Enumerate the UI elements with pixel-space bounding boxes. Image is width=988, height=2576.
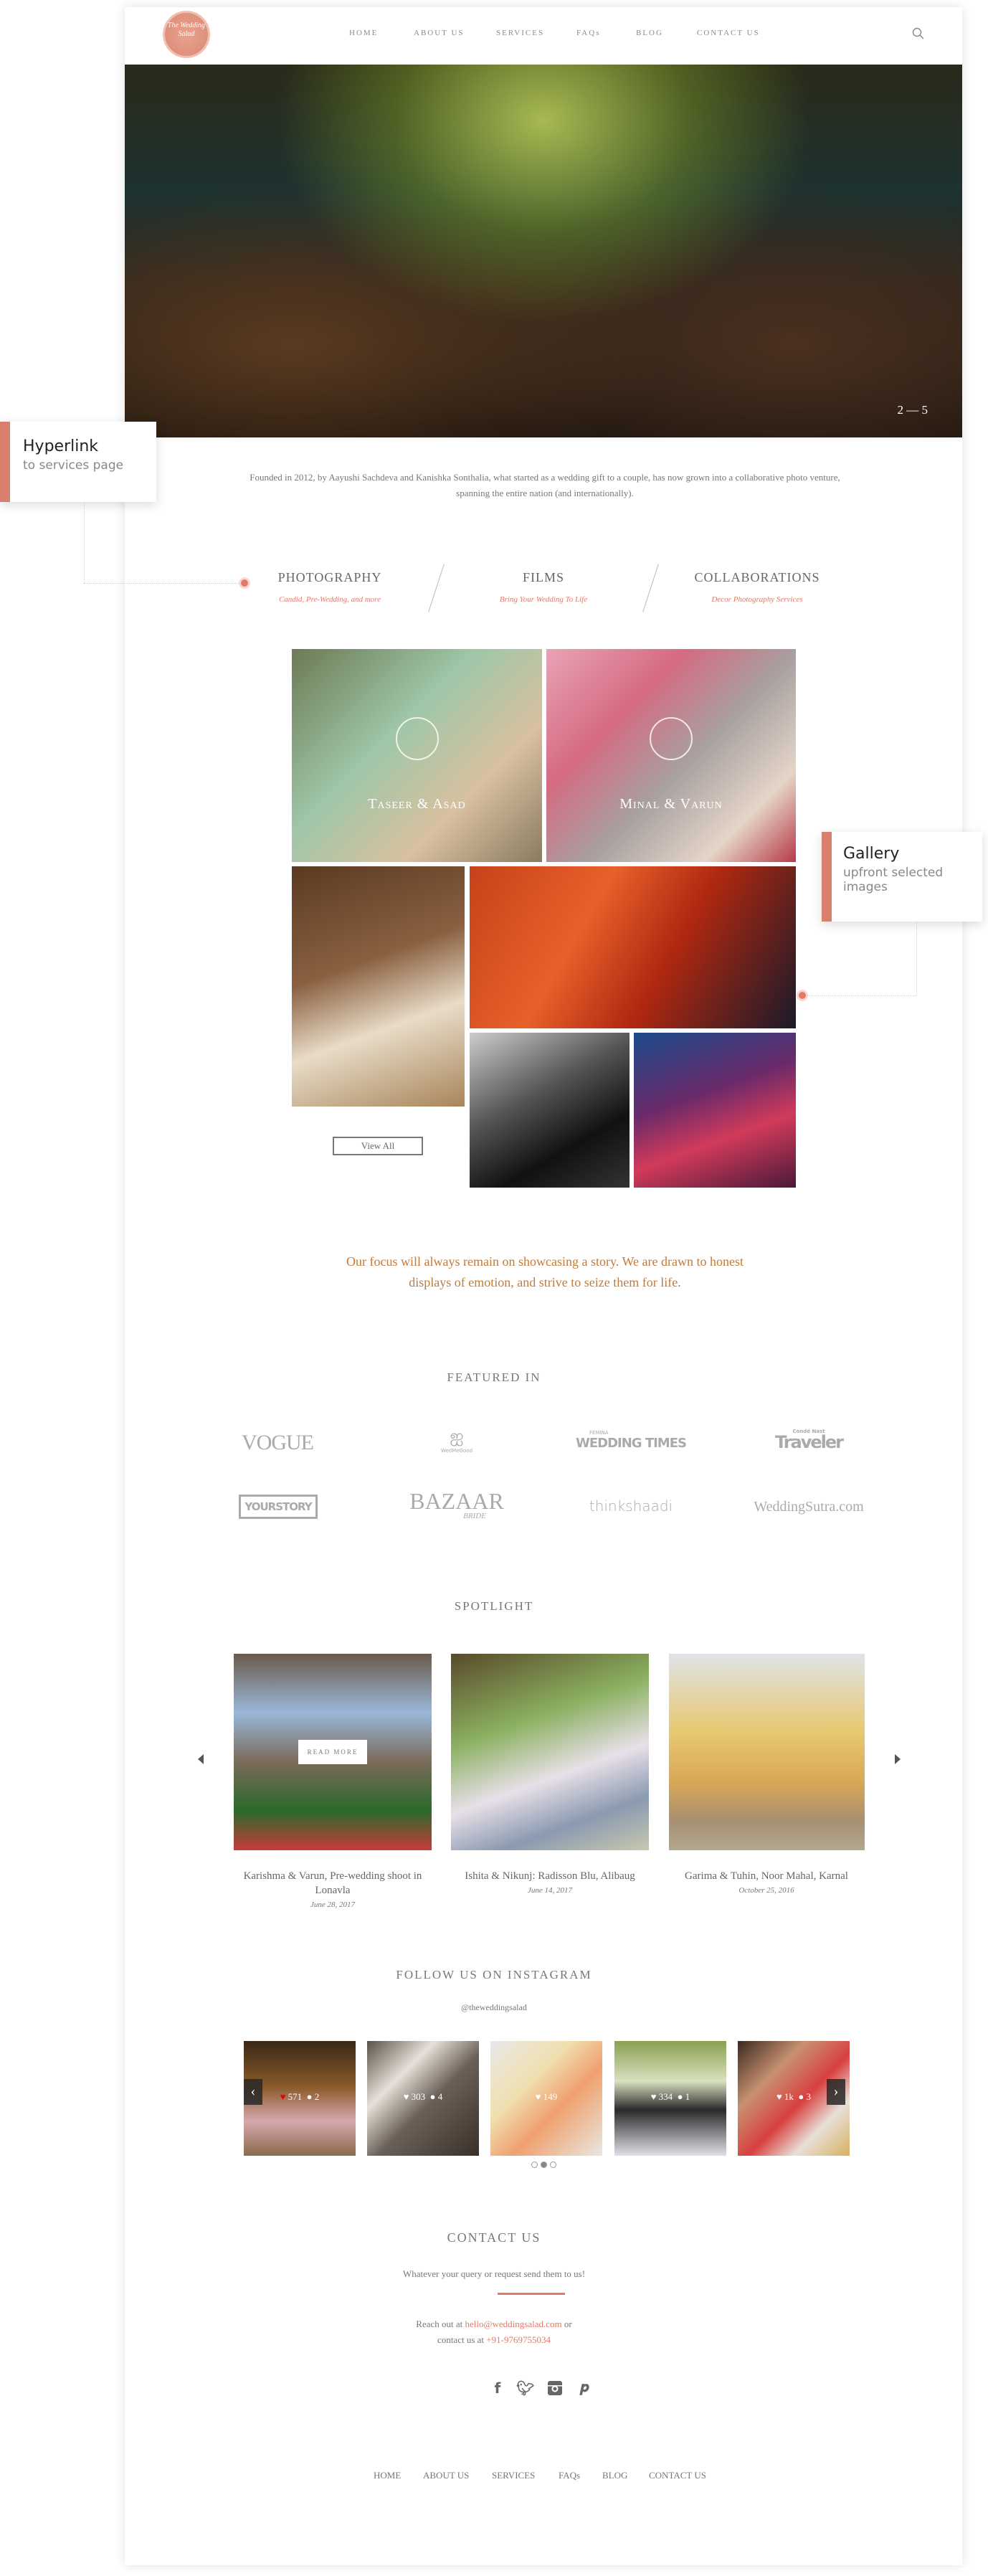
instagram-post[interactable]: ♥ 334 ● 1 bbox=[614, 2041, 726, 2156]
spotlight-item-title[interactable]: Garima & Tuhin, Noor Mahal, Karnal bbox=[662, 1869, 870, 1883]
logo[interactable]: The Wedding Salad bbox=[165, 13, 208, 56]
annotation-dot bbox=[799, 992, 806, 999]
footer-nav-services[interactable]: SERVICES bbox=[492, 2470, 535, 2481]
logo-bazaar-bride: BAZAAR BRIDE bbox=[409, 1488, 504, 1520]
comment-icon: ● bbox=[429, 2091, 436, 2102]
phone-link[interactable]: +91-9769755034 bbox=[486, 2334, 551, 2345]
instagram-next-button[interactable]: › bbox=[827, 2079, 845, 2105]
service-films[interactable]: FILMS Bring Your Wedding To Life bbox=[436, 570, 651, 604]
nav-about-us[interactable]: ABOUT US bbox=[414, 29, 465, 37]
service-photography[interactable]: PHOTOGRAPHY Candid, Pre-Wedding, and more bbox=[222, 570, 437, 604]
nav-home[interactable]: HOME bbox=[349, 29, 378, 37]
instagram-icon[interactable] bbox=[548, 2381, 562, 2395]
spotlight-item-title[interactable]: Karishma & Varun, Pre-wedding shoot in L… bbox=[229, 1869, 437, 1898]
logo-wedmegood: ஐ WedMeGood bbox=[378, 1427, 536, 1454]
spotlight-item-date: June 28, 2017 bbox=[310, 1900, 355, 1909]
carousel-dot[interactable] bbox=[550, 2161, 556, 2168]
comment-icon: ● bbox=[798, 2091, 804, 2102]
pinterest-icon[interactable]: 𝒑 bbox=[576, 2378, 592, 2395]
spotlight-item-date: October 25, 2016 bbox=[738, 1886, 794, 1895]
carousel-dot[interactable] bbox=[531, 2161, 538, 2168]
featured-title: FEATURED IN bbox=[447, 1370, 541, 1384]
footer-nav-home[interactable]: HOME bbox=[374, 2470, 401, 2481]
carousel-dot-active[interactable] bbox=[541, 2161, 547, 2168]
play-icon bbox=[396, 717, 439, 760]
footer-nav-about-us[interactable]: ABOUT US bbox=[423, 2470, 469, 2481]
instagram-title: FOLLOW US ON INSTAGRAM bbox=[396, 1968, 592, 1981]
annotation-connector bbox=[804, 995, 916, 996]
contact-subtitle: Whatever your query or request send them… bbox=[402, 2268, 586, 2279]
hero-slider[interactable]: 2 — 5 bbox=[125, 65, 962, 437]
search-icon[interactable] bbox=[912, 27, 925, 40]
service-collaborations[interactable]: COLLABORATIONS Decor Photography Services bbox=[650, 570, 865, 604]
intro-text: Founded in 2012, by Aayushi Sachdeva and… bbox=[250, 472, 840, 498]
focus-quote: Our focus will always remain on showcasi… bbox=[346, 1254, 744, 1289]
gallery-image[interactable] bbox=[470, 866, 796, 1028]
comment-icon: ● bbox=[677, 2091, 683, 2102]
footer-nav-faqs[interactable]: FAQs bbox=[559, 2470, 580, 2481]
footer-nav-blog[interactable]: BLOG bbox=[602, 2470, 627, 2481]
gallery-image[interactable] bbox=[292, 866, 465, 1107]
spotlight-image[interactable]: READ MORE bbox=[234, 1654, 432, 1850]
view-all-button[interactable]: View All bbox=[333, 1137, 423, 1155]
gallery-video-taseer-asad[interactable]: Taseer & Asad bbox=[292, 649, 542, 862]
slide-counter: 2 — 5 bbox=[897, 403, 928, 417]
instagram-handle[interactable]: @theweddingsalad bbox=[0, 2002, 988, 2013]
read-more-button[interactable]: READ MORE bbox=[298, 1740, 367, 1764]
heart-icon: ♥ bbox=[535, 2091, 541, 2102]
butterfly-icon: ஐ bbox=[450, 1427, 464, 1446]
annotation-connector bbox=[84, 502, 85, 583]
spotlight-item-date: June 14, 2017 bbox=[527, 1886, 572, 1895]
comment-icon: ● bbox=[306, 2091, 313, 2102]
annotation-connector bbox=[916, 922, 917, 995]
facebook-icon[interactable]: f bbox=[490, 2380, 505, 2397]
logo-vogue: VOGUE bbox=[242, 1431, 314, 1454]
heart-icon: ♥ bbox=[403, 2091, 409, 2102]
logo-wedding-times: FEMINA WEDDING TIMES bbox=[576, 1430, 687, 1451]
heart-icon: ♥ bbox=[650, 2091, 657, 2102]
annotation-gallery: Gallery upfront selected images bbox=[822, 832, 982, 922]
email-link[interactable]: hello@weddingsalad.com bbox=[465, 2319, 562, 2329]
logo-thinkshaadi: thinkshaadi bbox=[589, 1497, 673, 1515]
nav-blog[interactable]: BLOG bbox=[636, 29, 663, 37]
gallery-video-minal-varun[interactable]: Minal & Varun bbox=[546, 649, 796, 862]
logo-yourstory: YOURSTORY bbox=[239, 1495, 318, 1519]
annotation-hyperlink: Hyperlink to services page bbox=[0, 422, 156, 502]
chevron-left-icon[interactable] bbox=[198, 1754, 204, 1764]
play-icon bbox=[650, 717, 693, 760]
contact-title: CONTACT US bbox=[447, 2230, 541, 2245]
gallery-image[interactable] bbox=[634, 1033, 796, 1188]
heart-icon: ♥ bbox=[280, 2091, 286, 2102]
spotlight-item-title[interactable]: Ishita & Nikunj: Radisson Blu, Alibaug bbox=[446, 1869, 654, 1883]
twitter-icon[interactable]: 🐦︎ bbox=[516, 2380, 534, 2397]
nav-services[interactable]: SERVICES bbox=[496, 29, 544, 37]
logo-traveler: Condé Nast Traveler bbox=[774, 1429, 844, 1452]
logo-weddingsutra: WeddingSutra.com bbox=[754, 1499, 864, 1515]
spotlight-image[interactable] bbox=[669, 1654, 865, 1850]
heart-icon: ♥ bbox=[776, 2091, 782, 2102]
footer-nav-contact-us[interactable]: CONTACT US bbox=[649, 2470, 706, 2481]
instagram-post[interactable]: ♥ 303 ● 4 bbox=[367, 2041, 479, 2156]
spotlight-image[interactable] bbox=[451, 1654, 649, 1850]
contact-details: Reach out at hello@weddingsalad.com or c… bbox=[416, 2319, 572, 2345]
chevron-right-icon[interactable] bbox=[895, 1754, 901, 1764]
nav-contact-us[interactable]: CONTACT US bbox=[697, 29, 760, 37]
annotation-connector bbox=[84, 583, 242, 584]
spotlight-title: SPOTLIGHT bbox=[454, 1599, 534, 1613]
gallery-image[interactable] bbox=[470, 1033, 630, 1188]
nav-faqs[interactable]: FAQs bbox=[576, 29, 600, 37]
divider bbox=[498, 2293, 565, 2295]
instagram-prev-button[interactable]: ‹ bbox=[244, 2079, 262, 2105]
instagram-post[interactable]: ♥ 149 bbox=[490, 2041, 602, 2156]
